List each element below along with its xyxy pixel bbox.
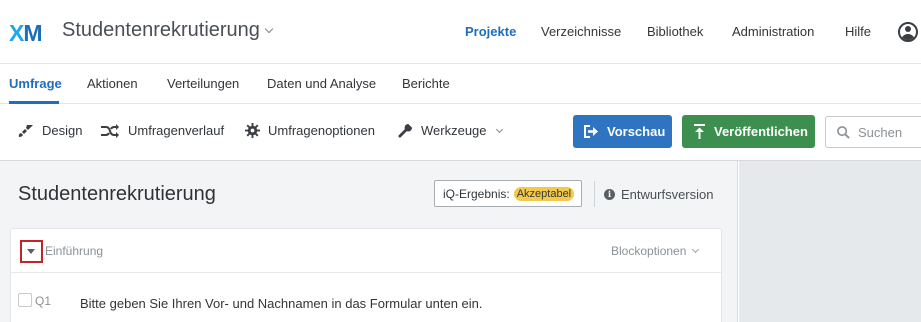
top-header: XM Studentenrekrutierung Projekte Verzei… [0, 0, 921, 64]
tools-label: Werkzeuge [421, 123, 487, 138]
user-account-icon[interactable] [898, 22, 918, 42]
wrench-icon [398, 123, 413, 138]
tab-berichte[interactable]: Berichte [402, 76, 450, 91]
design-button[interactable]: Design [18, 123, 82, 138]
nav-administration[interactable]: Administration [732, 24, 814, 39]
publish-icon [694, 124, 705, 139]
preview-icon [584, 125, 598, 138]
iq-score-label: iQ-Ergebnis: [443, 186, 510, 201]
nav-hilfe[interactable]: Hilfe [845, 24, 871, 39]
block-name[interactable]: Einführung [45, 244, 103, 258]
info-icon: i [604, 189, 615, 200]
survey-editor: Studentenrekrutierung iQ-Ergebnis: Akzep… [0, 161, 738, 322]
block-options-label: Blockoptionen [611, 244, 687, 258]
search-placeholder: Suchen [858, 124, 903, 140]
survey-tabs: Umfrage Aktionen Verteilungen Daten und … [0, 64, 921, 104]
search-input[interactable]: Suchen [825, 116, 921, 148]
question-number: Q1 [35, 294, 52, 308]
tab-verteilungen[interactable]: Verteilungen [167, 76, 239, 91]
block-collapse-toggle[interactable] [20, 240, 43, 263]
survey-flow-icon [101, 123, 119, 138]
nav-projekte[interactable]: Projekte [465, 24, 516, 39]
survey-block: Einführung Blockoptionen Q1 Bitte geben … [10, 228, 722, 322]
chevron-down-icon [264, 24, 274, 34]
survey-options-button[interactable]: Umfragenoptionen [245, 123, 375, 138]
chevron-down-icon [495, 125, 503, 133]
tab-aktionen[interactable]: Aktionen [87, 76, 138, 91]
paintbrush-icon [18, 124, 33, 137]
iq-score-badge: Akzeptabel [513, 186, 575, 201]
survey-flow-label: Umfragenverlauf [128, 123, 225, 138]
survey-toolbar: Design Umfragenverlauf Umfragenoptionen … [0, 104, 921, 161]
preview-button[interactable]: Vorschau [573, 115, 672, 148]
survey-title: Studentenrekrutierung [18, 183, 216, 205]
question-text[interactable]: Bitte geben Sie Ihren Vor- und Nachnamen… [80, 296, 483, 311]
draft-version-label: Entwurfsversion [621, 187, 714, 202]
block-header: Einführung Blockoptionen [11, 229, 721, 273]
survey-flow-button[interactable]: Umfragenverlauf [100, 123, 224, 138]
question-select-checkbox[interactable] [18, 293, 32, 307]
survey-options-label: Umfragenoptionen [268, 123, 375, 138]
nav-verzeichnisse[interactable]: Verzeichnisse [541, 24, 621, 39]
divider [594, 181, 595, 207]
iq-score-button[interactable]: iQ-Ergebnis: Akzeptabel [434, 180, 582, 207]
publish-button[interactable]: Veröffentlichen [682, 115, 815, 148]
nav-bibliothek[interactable]: Bibliothek [647, 24, 703, 39]
preview-label: Vorschau [607, 124, 666, 139]
qualtrics-logo[interactable]: XM [9, 20, 43, 47]
search-icon [837, 125, 850, 139]
caret-down-icon [27, 249, 35, 254]
block-options-dropdown[interactable]: Blockoptionen [611, 244, 700, 258]
project-title-dropdown[interactable]: Studentenrekrutierung [62, 19, 274, 42]
tools-dropdown[interactable]: Werkzeuge [398, 123, 503, 138]
tab-umfrage[interactable]: Umfrage [9, 76, 62, 91]
gear-icon [245, 123, 260, 138]
chevron-down-icon [692, 245, 700, 254]
tab-daten-und-analyse[interactable]: Daten und Analyse [267, 76, 376, 91]
right-panel [739, 161, 921, 322]
project-title: Studentenrekrutierung [62, 19, 260, 41]
draft-version-status[interactable]: i Entwurfsversion [604, 187, 713, 202]
publish-label: Veröffentlichen [714, 124, 808, 139]
design-label: Design [42, 123, 83, 138]
